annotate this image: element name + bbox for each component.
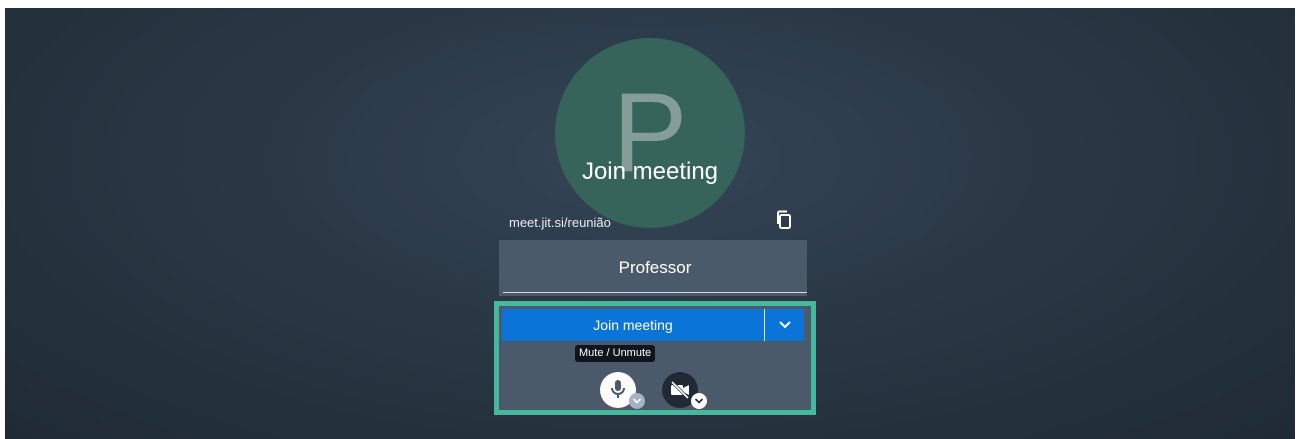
video-settings-chevron[interactable] <box>691 393 707 409</box>
join-meeting-button[interactable]: Join meeting <box>502 309 764 341</box>
microphone-icon <box>609 379 627 401</box>
chevron-down-icon <box>778 320 792 330</box>
meeting-url-row: meet.jit.si/reunião <box>509 208 799 236</box>
chevron-down-icon <box>694 397 704 405</box>
video-off-icon <box>669 380 691 400</box>
name-input-container <box>499 240 807 296</box>
join-options-dropdown[interactable] <box>765 309 804 341</box>
chevron-down-icon <box>632 397 642 405</box>
page-title: Join meeting <box>581 158 719 185</box>
copy-icon[interactable] <box>776 210 794 230</box>
mute-tooltip: Mute / Unmute <box>575 345 656 362</box>
avatar-initial: P <box>612 70 688 195</box>
display-name-input[interactable] <box>503 244 807 293</box>
audio-settings-chevron[interactable] <box>629 393 645 409</box>
prejoin-screen: P Join meeting meet.jit.si/reunião Join … <box>5 8 1295 439</box>
meeting-url: meet.jit.si/reunião <box>509 215 611 230</box>
